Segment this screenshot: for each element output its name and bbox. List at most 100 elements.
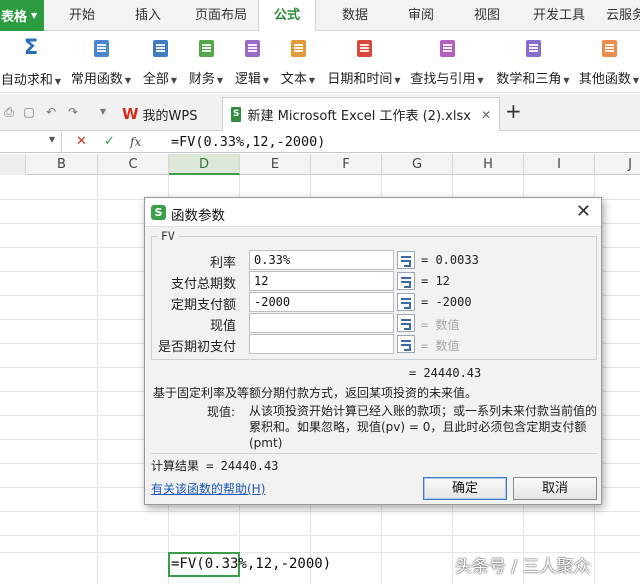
tab-view[interactable]: 视图 (464, 0, 510, 31)
range-picker-icon[interactable] (397, 314, 415, 332)
column-header-i[interactable]: I (524, 154, 595, 175)
chevron-down-icon: ▼ (31, 11, 38, 20)
corner-cell[interactable] (0, 154, 26, 175)
chevron-down-icon: ▼ (54, 77, 62, 86)
ribbon-tab-bar: 表格 ▼ 开始 插入 页面布局 公式 数据 审阅 视图 开发工具 云服务 (0, 0, 640, 32)
close-icon[interactable]: ✕ (576, 201, 591, 223)
all-functions-button[interactable]: 全部 ▼ (140, 35, 180, 91)
formula-preview-result: = 24440.43 (409, 366, 482, 380)
column-header-c[interactable]: C (98, 154, 169, 175)
arg-input-type[interactable] (249, 334, 394, 354)
common-functions-button[interactable]: 常用函数 ▼ (70, 35, 132, 91)
tab-insert[interactable]: 插入 (124, 0, 172, 31)
watermark: 头条号 / 三人聚众 (455, 557, 591, 577)
print-preview-icon[interactable]: ▢ (22, 105, 36, 119)
column-header-d[interactable]: D (169, 154, 240, 175)
arg-result-type: = 数值 (421, 339, 460, 353)
chevron-down-icon[interactable]: ▼ (96, 105, 110, 119)
argument-description-label: 现值: (207, 405, 236, 419)
arg-result-pv: = 数值 (421, 318, 460, 332)
logical-functions-label: 逻辑 (234, 72, 261, 87)
financial-functions-button[interactable]: 财务 ▼ (186, 35, 226, 91)
cancel-button[interactable]: 取消 (513, 477, 597, 500)
tab-home[interactable]: 开始 (58, 0, 106, 31)
doc-tab-label: 新建 Microsoft Excel 工作表 (2).xlsx (247, 109, 471, 124)
arg-input-rate[interactable]: 0.33% (249, 250, 394, 270)
chevron-down-icon: ▼ (477, 76, 484, 85)
column-header-j[interactable]: J (595, 154, 640, 175)
financial-functions-label: 财务 (188, 72, 215, 87)
app-menu-button[interactable]: 表格 ▼ (0, 0, 44, 31)
logical-functions-button[interactable]: 逻辑 ▼ (232, 35, 272, 91)
text-functions-button[interactable]: 文本 ▼ (278, 35, 318, 91)
arguments-group: FV 利率 0.33% = 0.0033 支付总期数 12 = 12 定期支付额… (151, 229, 597, 360)
star-fx-icon (93, 40, 109, 57)
range-picker-icon[interactable] (397, 251, 415, 269)
column-header-g[interactable]: G (382, 154, 453, 175)
tab-cloud[interactable]: 云服务 (606, 0, 640, 31)
arg-input-pv[interactable] (249, 313, 394, 333)
all-functions-label: 全部 (142, 72, 169, 87)
text-functions-label: 文本 (280, 72, 307, 87)
formula-input[interactable]: =FV(0.33%,12,-2000) (171, 133, 325, 151)
redo-icon[interactable]: ↷ (66, 105, 80, 119)
column-header-h[interactable]: H (453, 154, 524, 175)
chevron-down-icon: ▼ (632, 76, 640, 85)
cancel-entry-icon[interactable]: ✕ (76, 133, 87, 151)
arg-input-pmt[interactable]: -2000 (249, 292, 394, 312)
doc-tab-my-wps[interactable]: W 我的WPS (114, 97, 206, 131)
arg-result-nper: = 12 (421, 274, 450, 288)
range-picker-icon[interactable] (397, 335, 415, 353)
grid-line (97, 175, 98, 584)
theta-fx-icon (525, 40, 541, 57)
chevron-down-icon[interactable]: ▼ (49, 135, 55, 144)
ok-button[interactable]: 确定 (423, 477, 507, 500)
function-name: FV (158, 229, 178, 243)
quick-access-bar: ⎙ ▢ ↶ ↷ ▼ W 我的WPS S 新建 Microsoft Excel 工… (0, 94, 640, 131)
column-header-e[interactable]: E (240, 154, 311, 175)
dialog-title-bar[interactable]: S 函数参数 ✕ (145, 198, 601, 227)
math-functions-button[interactable]: 数学和三角 ▼ (494, 35, 572, 91)
datetime-functions-button[interactable]: 日期和时间 ▼ (326, 35, 402, 91)
argument-description: 从该项投资开始计算已经入账的款项；或一系列未来付款当前值的累积和。如果忽略，现值… (249, 404, 598, 450)
doc-tab-workbook[interactable]: S 新建 Microsoft Excel 工作表 (2).xlsx ✕ (222, 97, 500, 131)
name-box[interactable]: ▼ (0, 131, 62, 153)
close-icon[interactable]: ✕ (481, 108, 491, 122)
arg-label-nper: 支付总期数 (170, 277, 236, 292)
lookup-functions-label: 查找与引用 (410, 72, 476, 87)
datetime-functions-label: 日期和时间 (327, 72, 393, 87)
question-fx-icon (244, 40, 260, 57)
arg-input-nper[interactable]: 12 (249, 271, 394, 291)
column-header-f[interactable]: F (311, 154, 382, 175)
function-help-link[interactable]: 有关该函数的帮助(H) (151, 480, 265, 497)
tab-data[interactable]: 数据 (332, 0, 378, 31)
tab-page-layout[interactable]: 页面布局 (186, 0, 256, 31)
math-functions-label: 数学和三角 (496, 72, 562, 87)
autosum-button[interactable]: Σ 自动求和 ▼ (0, 35, 62, 91)
chevron-down-icon: ▼ (170, 76, 178, 85)
range-picker-icon[interactable] (397, 293, 415, 311)
text-fx-icon (290, 40, 306, 57)
undo-icon[interactable]: ↶ (44, 105, 58, 119)
arg-result-pmt: = -2000 (421, 295, 472, 309)
chevron-down-icon: ▼ (216, 76, 224, 85)
insert-function-icon[interactable]: fx (130, 133, 141, 151)
range-picker-icon[interactable] (397, 272, 415, 290)
money-fx-icon (198, 40, 214, 57)
confirm-entry-icon[interactable]: ✓ (104, 133, 115, 151)
column-header-b[interactable]: B (26, 154, 98, 175)
arg-label-pmt: 定期支付额 (170, 298, 236, 313)
other-functions-button[interactable]: 其他函数 ▼ (578, 35, 640, 91)
new-tab-plus-icon[interactable]: + (505, 100, 522, 122)
dialog-title: 函数参数 (171, 208, 225, 224)
tab-developer[interactable]: 开发工具 (528, 0, 590, 31)
grid-line (0, 535, 640, 536)
active-cell-content[interactable]: =FV(0.33%,12,-2000) (171, 556, 331, 572)
formulas-ribbon: Σ 自动求和 ▼ 常用函数 ▼ 全部 ▼ 财务 ▼ 逻辑 ▼ 文本 ▼ 日期和时间 ▼ 查找与… (0, 31, 640, 93)
function-arguments-dialog: S 函数参数 ✕ FV 利率 0.33% = 0.0033 支付总期数 12 =… (144, 197, 602, 505)
lookup-functions-button[interactable]: 查找与引用 ▼ (408, 35, 486, 91)
sigma-icon: Σ (23, 35, 39, 59)
tab-review[interactable]: 审阅 (398, 0, 444, 31)
tab-formulas[interactable]: 公式 (258, 0, 316, 32)
print-icon[interactable]: ⎙ (2, 105, 16, 119)
